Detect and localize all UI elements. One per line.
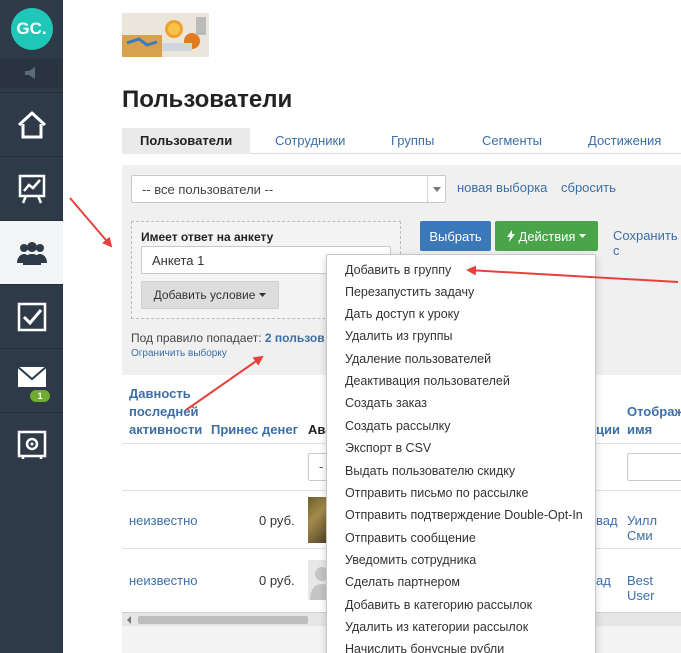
- sidebar: GC. 1: [0, 0, 63, 653]
- mail-icon: [16, 365, 47, 387]
- menu-item-create-mailing[interactable]: Создать рассылку: [345, 419, 451, 433]
- condition-label: Имеет ответ на анкету: [141, 230, 274, 244]
- activity-cell[interactable]: неизвестно: [129, 573, 198, 588]
- menu-item-notify-employee[interactable]: Уведомить сотрудника: [345, 553, 476, 567]
- display-name-cell[interactable]: Уилл Сми: [627, 513, 681, 543]
- tab-achievements[interactable]: Достижения: [588, 128, 661, 154]
- column-header-partial[interactable]: ции: [596, 421, 620, 439]
- user-selection-select[interactable]: -- все пользователи --: [131, 175, 446, 203]
- display-name-cell[interactable]: Best User: [627, 573, 681, 603]
- sidebar-item-reports[interactable]: [0, 156, 63, 220]
- lightning-icon: [506, 230, 515, 242]
- actions-button[interactable]: Действия: [495, 221, 598, 251]
- menu-item-send-double-opt-in[interactable]: Отправить подтверждение Double-Opt-In: [345, 508, 583, 522]
- safe-icon: [17, 430, 46, 459]
- menu-item-award-bonus[interactable]: Начислить бонусные рубли: [345, 642, 504, 653]
- sidebar-item-home[interactable]: [0, 92, 63, 156]
- home-icon: [17, 111, 46, 138]
- header-line: активности: [129, 422, 203, 437]
- column-header-display-name[interactable]: Отобража имя: [627, 403, 681, 439]
- page-title: Пользователи: [122, 86, 293, 113]
- tab-segments[interactable]: Сегменты: [482, 128, 542, 154]
- sidebar-item-safe[interactable]: [0, 412, 63, 476]
- rule-prefix: Под правило попадает:: [131, 331, 262, 345]
- scroll-thumb[interactable]: [138, 616, 308, 624]
- menu-item-export-csv[interactable]: Экспорт в CSV: [345, 441, 431, 455]
- users-icon: [16, 241, 47, 265]
- partial-cell[interactable]: ад: [596, 573, 611, 588]
- header-line: имя: [627, 422, 653, 437]
- reset-link[interactable]: сбросить: [561, 180, 616, 195]
- questionnaire-value: Анкета 1: [152, 253, 205, 268]
- limit-selection-link[interactable]: Ограничить выборку: [131, 348, 227, 359]
- logo[interactable]: GC.: [0, 0, 63, 58]
- column-header-activity[interactable]: Давность последней активности: [129, 385, 202, 439]
- header-line: последней: [129, 404, 199, 419]
- select-value: -- все пользователи --: [142, 182, 274, 197]
- money-cell: 0 руб.: [259, 573, 295, 588]
- header-banner-image: [122, 13, 209, 57]
- header-line: Давность: [129, 386, 191, 401]
- menu-item-grant-lesson-access[interactable]: Дать доступ к уроку: [345, 307, 460, 321]
- add-condition-label: Добавить условие: [153, 288, 256, 302]
- tab-employees[interactable]: Сотрудники: [275, 128, 345, 154]
- menu-item-send-mailing-letter[interactable]: Отправить письмо по рассылке: [345, 486, 528, 500]
- banner-illustration: [122, 13, 209, 57]
- sidebar-item-mail[interactable]: 1: [0, 348, 63, 412]
- menu-item-remove-from-mailing-category[interactable]: Удалить из категории рассылок: [345, 620, 528, 634]
- activity-cell[interactable]: неизвестно: [129, 513, 198, 528]
- rule-summary: Под правило попадает: 2 пользов: [131, 331, 325, 345]
- sidebar-item-tasks[interactable]: [0, 284, 63, 348]
- actions-dropdown-menu: Добавить в группу Перезапустить задачу Д…: [326, 254, 596, 653]
- sidebar-item-users[interactable]: [0, 220, 63, 284]
- rule-count-link[interactable]: 2 пользов: [265, 331, 325, 345]
- announcements-toggle[interactable]: [0, 58, 63, 88]
- chart-icon: [18, 174, 45, 203]
- tab-users[interactable]: Пользователи: [122, 128, 251, 154]
- name-filter-input[interactable]: [627, 453, 681, 481]
- menu-item-make-partner[interactable]: Сделать партнером: [345, 575, 460, 589]
- checkbox-icon: [17, 302, 46, 331]
- column-header-money[interactable]: Принес денег: [211, 421, 298, 439]
- tabs-bar: Пользователи Сотрудники Группы Сегменты …: [122, 128, 681, 154]
- logo-circle: GC.: [10, 8, 53, 50]
- menu-item-deactivate-users[interactable]: Деактивация пользователей: [345, 374, 510, 388]
- caret-down-icon: [259, 293, 267, 297]
- menu-item-give-discount[interactable]: Выдать пользователю скидку: [345, 464, 515, 478]
- money-cell: 0 руб.: [259, 513, 295, 528]
- scroll-left-icon[interactable]: [124, 615, 134, 625]
- menu-item-restart-task[interactable]: Перезапустить задачу: [345, 285, 474, 299]
- menu-item-create-order[interactable]: Создать заказ: [345, 396, 427, 410]
- caret-down-icon: [579, 234, 587, 238]
- partial-cell[interactable]: вад: [596, 513, 618, 528]
- menu-item-send-message[interactable]: Отправить сообщение: [345, 531, 476, 545]
- new-selection-link[interactable]: новая выборка: [457, 180, 547, 195]
- speaker-icon: [24, 67, 35, 79]
- choose-button[interactable]: Выбрать: [420, 221, 491, 251]
- menu-item-delete-users[interactable]: Удаление пользователей: [345, 352, 491, 366]
- actions-label: Действия: [518, 228, 576, 244]
- menu-item-add-to-mailing-category[interactable]: Добавить в категорию рассылок: [345, 598, 532, 612]
- header-line: Отобража: [627, 404, 681, 419]
- mail-badge: 1: [29, 389, 51, 403]
- menu-item-add-to-group[interactable]: Добавить в группу: [345, 263, 451, 277]
- chevron-down-icon: [427, 176, 445, 202]
- add-condition-button[interactable]: Добавить условие: [141, 281, 279, 309]
- save-selection-link[interactable]: Сохранить с: [613, 228, 681, 258]
- menu-item-remove-from-group[interactable]: Удалить из группы: [345, 329, 453, 343]
- tab-groups[interactable]: Группы: [391, 128, 434, 154]
